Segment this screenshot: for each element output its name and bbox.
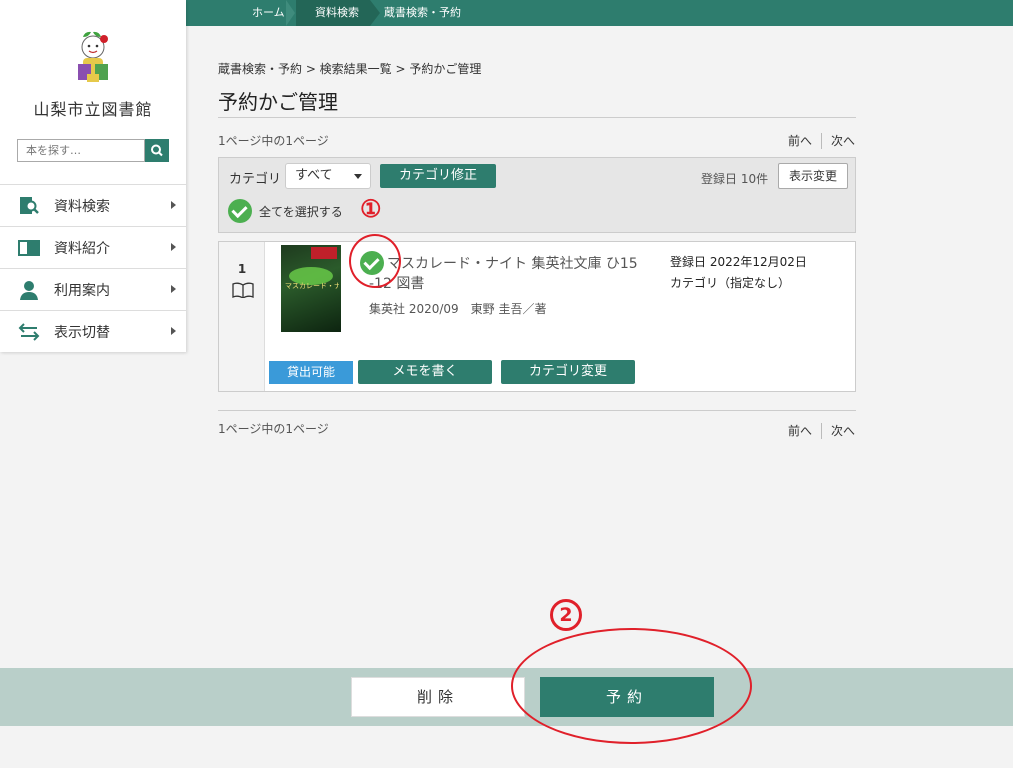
category-select[interactable]: すべて: [285, 163, 371, 189]
delete-button[interactable]: 削除: [351, 677, 525, 717]
pager-nav-top: 前へ 次へ: [788, 132, 855, 149]
prev-page-link[interactable]: 前へ: [788, 132, 812, 149]
annotation-marker-1: ①: [360, 194, 382, 223]
registered-date: 登録日 2022年12月02日: [670, 255, 807, 269]
search-icon: [151, 144, 163, 157]
sort-info: 登録日 10件: [701, 172, 769, 186]
open-book-icon: [18, 239, 40, 256]
next-page-link[interactable]: 次へ: [831, 132, 855, 149]
category-fix-button[interactable]: カテゴリ修正: [380, 164, 496, 188]
book-title-link[interactable]: マスカレード・ナイト 集英社文庫 ひ15 -12 図書: [369, 254, 649, 294]
topnav-home-link[interactable]: ホーム: [252, 0, 285, 26]
caret-down-icon: [354, 174, 362, 179]
library-name: 山梨市立図書館: [33, 100, 153, 119]
mascot-logo-icon[interactable]: [74, 30, 112, 86]
divider: [218, 117, 856, 118]
status-badge: 貸出可能: [269, 361, 353, 384]
check-icon[interactable]: [228, 199, 252, 223]
basket-control-panel: カテゴリ すべて カテゴリ修正 登録日 10件 表示変更 全てを選択する: [218, 157, 856, 233]
item-number: 1: [237, 262, 247, 276]
book-title-line2: -12 図書: [369, 276, 425, 292]
divider: [821, 422, 823, 439]
sidebar-item-label: 利用案内: [54, 282, 110, 299]
category-select-value: すべて: [295, 168, 333, 183]
write-memo-button[interactable]: メモを書く: [358, 360, 492, 384]
sidebar-nav: 資料検索 資料紹介 利用案内 表示切替: [0, 184, 186, 352]
pager-info-bottom: 1ページ中の1ページ: [218, 422, 329, 436]
book-icon: [232, 282, 254, 298]
prev-page-link[interactable]: 前へ: [788, 422, 812, 439]
page-title: 予約かご管理: [218, 90, 338, 114]
pager-nav-bottom: 前へ 次へ: [788, 422, 855, 439]
sidebar-item-label: 資料検索: [54, 198, 110, 215]
swap-arrows-icon: [18, 322, 40, 341]
book-cover-image[interactable]: マスカレード・ナイト: [281, 245, 341, 332]
cover-band: [311, 247, 337, 259]
search-button[interactable]: [145, 139, 169, 162]
book-title-line1: マスカレード・ナイト 集英社文庫 ひ15: [387, 256, 638, 272]
select-all-label: 全てを選択する: [259, 204, 343, 219]
sidebar-item-material-intro[interactable]: 資料紹介: [0, 226, 186, 268]
topnav-current-page[interactable]: 蔵書検索・予約: [384, 0, 461, 26]
top-navigation-bar: ホーム 資料検索 蔵書検索・予約: [186, 0, 1013, 26]
category-change-button[interactable]: カテゴリ変更: [501, 360, 635, 384]
list-item: 1 マスカレード・ナイト マスカレード・ナイト 集英社文庫 ひ15 -12 図書…: [218, 241, 856, 392]
sidebar-item-usage-guide[interactable]: 利用案内: [0, 268, 186, 310]
sidebar-item-material-search[interactable]: 資料検索: [0, 184, 186, 226]
annotation-circle-2: [511, 628, 752, 744]
divider: [218, 410, 856, 411]
item-category: カテゴリ（指定なし）: [670, 276, 791, 290]
sidebar-item-display-switch[interactable]: 表示切替: [0, 310, 186, 352]
select-all-toggle[interactable]: 全てを選択する: [228, 199, 343, 223]
search-book-icon: [20, 196, 39, 214]
person-icon: [20, 280, 38, 300]
display-change-button[interactable]: 表示変更: [778, 163, 848, 189]
chevron-right-icon: [171, 201, 176, 209]
item-meta: 登録日 2022年12月02日 カテゴリ（指定なし）: [670, 252, 807, 294]
search-input[interactable]: [17, 139, 145, 162]
sidebar: 山梨市立図書館 資料検索 資料紹介: [0, 0, 186, 352]
annotation-circle-1: [349, 234, 401, 288]
annotation-marker-2: 2: [550, 599, 582, 631]
category-label: カテゴリ: [229, 172, 282, 187]
breadcrumb[interactable]: 蔵書検索・予約 > 検索結果一覧 > 予約かご管理: [218, 60, 481, 77]
topnav-search-link[interactable]: 資料検索: [296, 0, 380, 26]
sidebar-item-label: 表示切替: [54, 324, 110, 341]
chevron-right-icon: [171, 327, 176, 335]
chevron-right-icon: [171, 285, 176, 293]
divider: [821, 132, 823, 149]
chevron-right-icon: [286, 0, 295, 26]
next-page-link[interactable]: 次へ: [831, 422, 855, 439]
item-number-column: 1: [219, 242, 265, 391]
chevron-right-icon: [171, 243, 176, 251]
sidebar-item-label: 資料紹介: [54, 240, 110, 257]
pager-info-top: 1ページ中の1ページ: [218, 134, 329, 148]
book-publisher: 集英社 2020/09 東野 圭吾／著: [369, 302, 547, 316]
cover-title: マスカレード・ナイト: [285, 282, 339, 290]
